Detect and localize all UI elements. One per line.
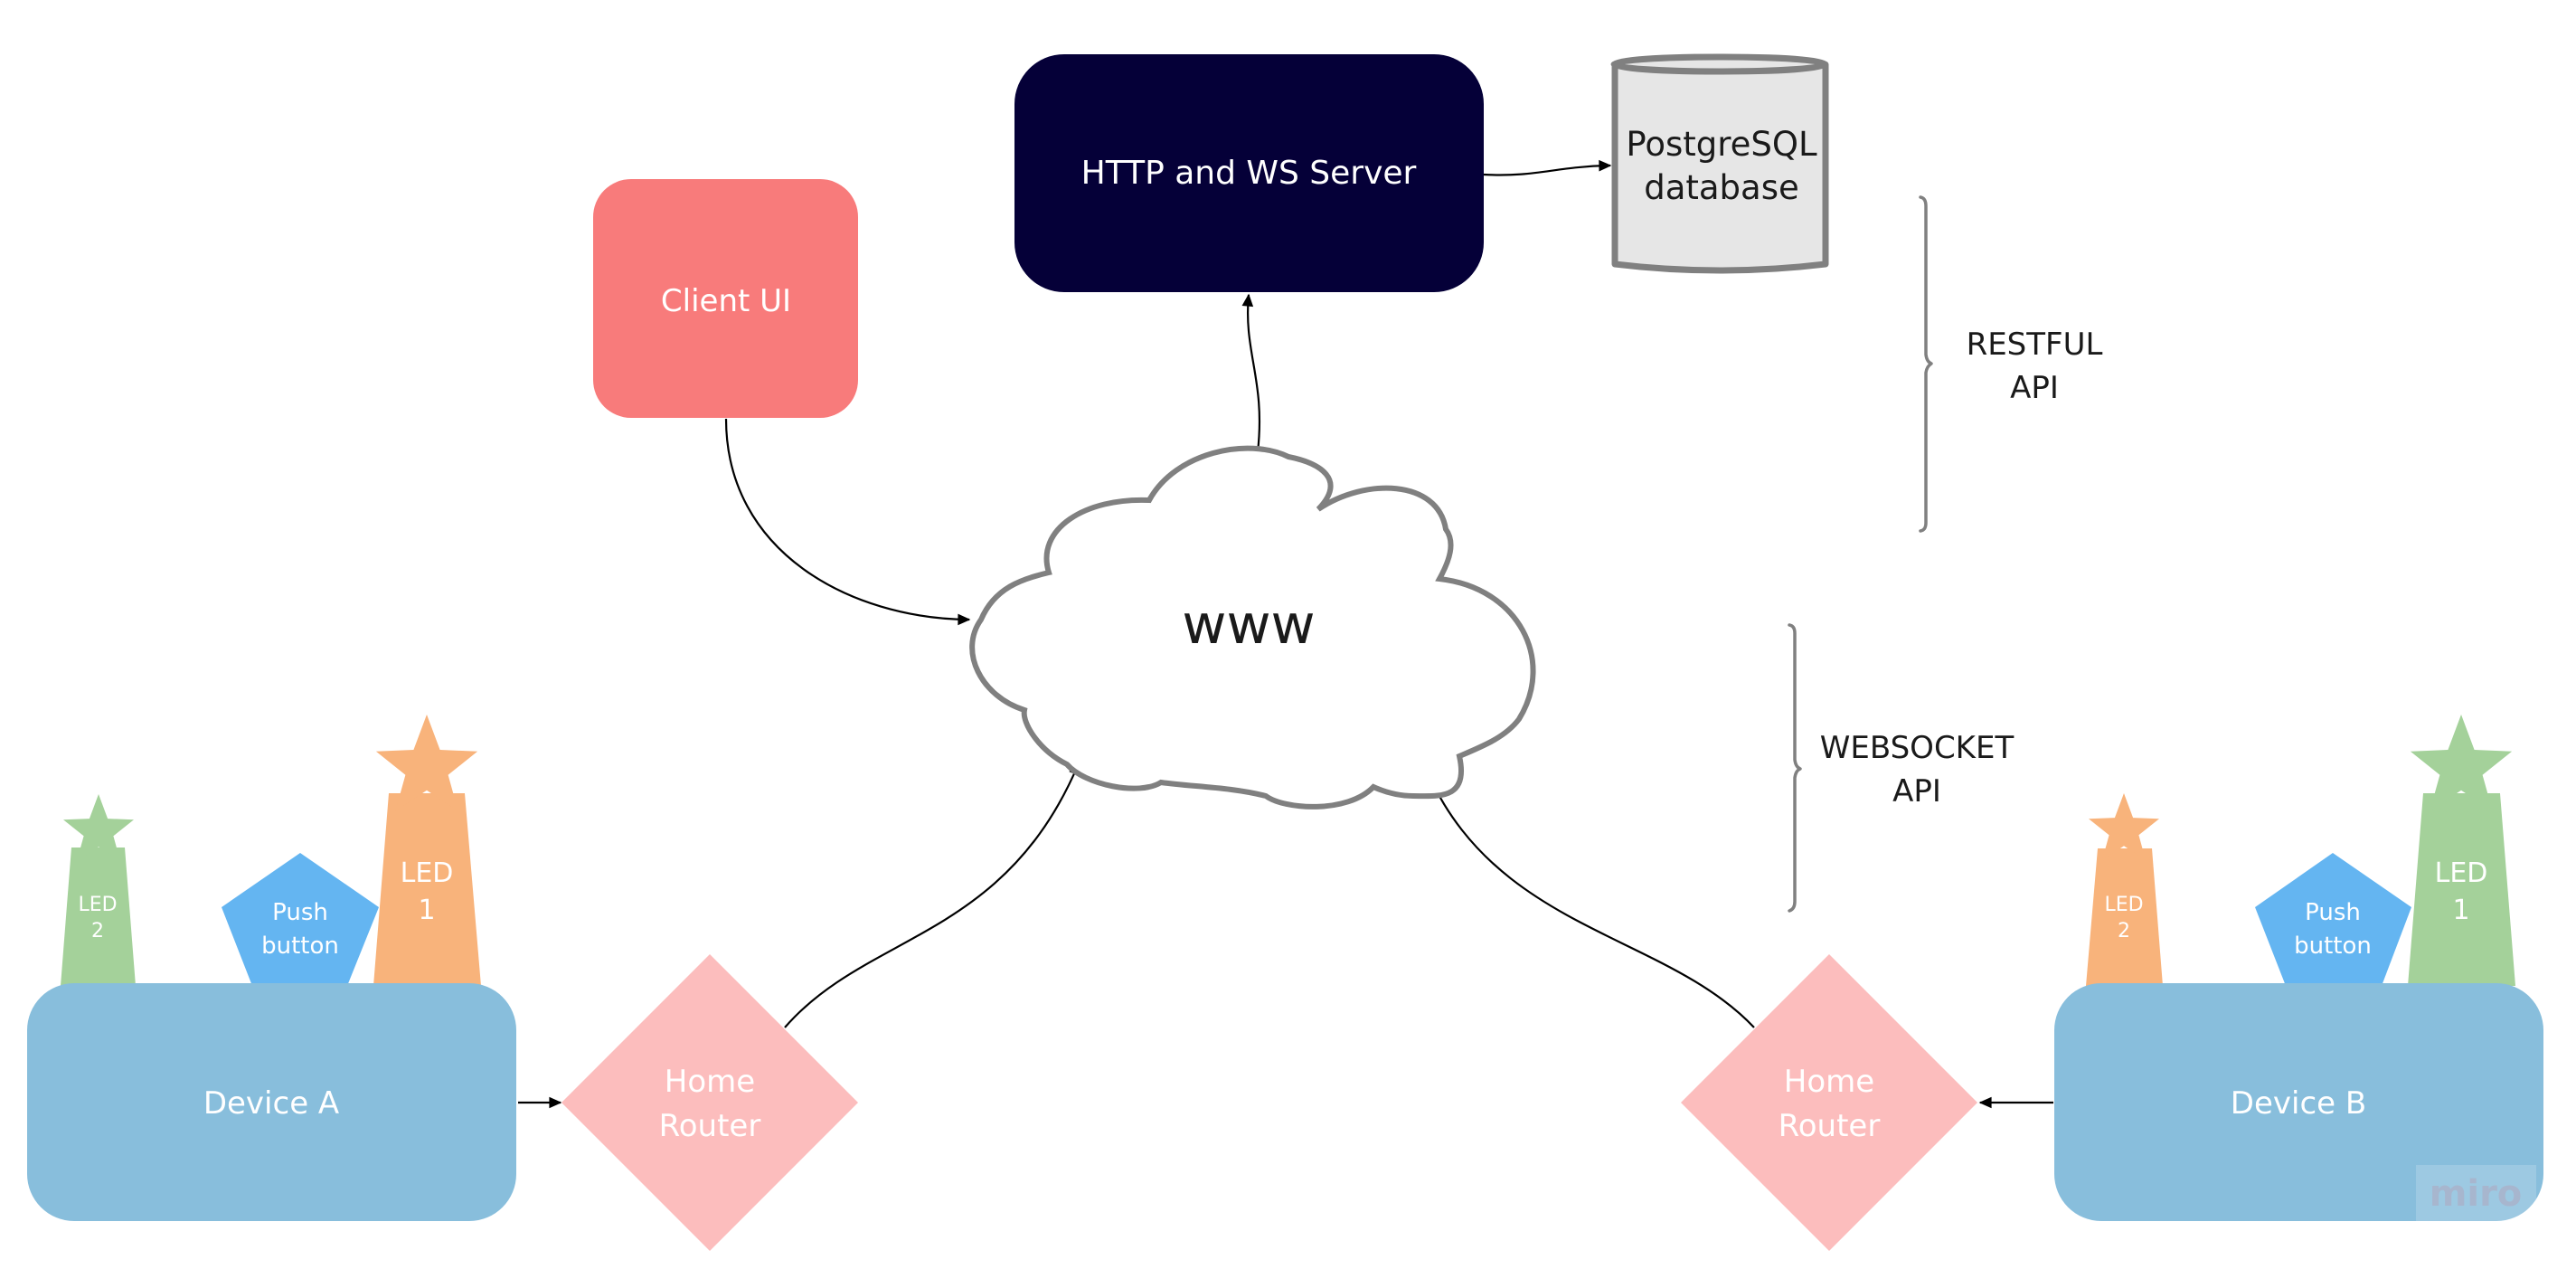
- device-a-push-label-line2: button: [261, 933, 339, 960]
- device-a-led2[interactable]: LED 2: [61, 794, 136, 986]
- restful-annotation: RESTFUL API: [1919, 195, 2103, 533]
- router-b-node[interactable]: Home Router: [1681, 954, 1977, 1251]
- device-a-led2-label-line1: LED: [78, 894, 117, 916]
- device-b-led1-label-line1: LED: [2435, 857, 2488, 889]
- device-b-led1-label-line2: 1: [2452, 895, 2469, 926]
- device-b-push-button[interactable]: Push button: [2255, 853, 2411, 986]
- cloud-node[interactable]: www: [969, 445, 1536, 810]
- router-b-label-line2: Router: [1779, 1108, 1881, 1144]
- device-b-node[interactable]: LED 2 Push button LED 1 Device B: [2054, 715, 2543, 1221]
- device-a-led1-label-line1: LED: [401, 857, 454, 889]
- websocket-brace: [1788, 623, 1802, 913]
- led2-tower: [2086, 848, 2163, 986]
- router-b-label-line1: Home: [1784, 1064, 1874, 1100]
- server-node[interactable]: HTTP and WS Server: [1014, 54, 1484, 292]
- device-b-led2-label-line2: 2: [2118, 920, 2130, 942]
- database-label-line2: database: [1644, 168, 1799, 207]
- database-node[interactable]: PostgreSQL database: [1610, 53, 1829, 274]
- router-b-diamond[interactable]: [1681, 954, 1977, 1251]
- device-a-node[interactable]: LED 2 Push button LED 1 Device A: [27, 715, 516, 1221]
- client-ui-node[interactable]: Client UI: [593, 179, 858, 418]
- device-a-label: Device A: [203, 1085, 339, 1122]
- websocket-label-line1: WEBSOCKET: [1820, 730, 2015, 766]
- watermark-logo: miro: [2430, 1173, 2523, 1215]
- device-b-led2[interactable]: LED 2: [2086, 793, 2163, 986]
- edge-cloud-to-server[interactable]: [1241, 293, 1261, 453]
- device-a-push-label-line1: Push: [272, 899, 328, 926]
- device-a-led1[interactable]: LED 1: [373, 715, 481, 986]
- router-a-label-line1: Home: [665, 1064, 755, 1100]
- websocket-label-line2: API: [1892, 773, 1941, 810]
- edge-server-to-database[interactable]: [1483, 159, 1612, 176]
- diagram-canvas: HTTP and WS Server PostgreSQL database C…: [27, 53, 2543, 1251]
- edge-router-a-to-cloud[interactable]: [784, 762, 1080, 1028]
- database-label-line1: PostgreSQL: [1626, 125, 1817, 164]
- led2-tower: [61, 848, 136, 986]
- edge-client-ui-to-cloud[interactable]: [724, 418, 971, 626]
- miro-watermark: miro: [2416, 1165, 2536, 1221]
- database-cylinder-top: [1610, 53, 1829, 75]
- led1-tower: [373, 793, 481, 986]
- device-b-label: Device B: [2231, 1085, 2366, 1122]
- device-b-push-label-line2: button: [2294, 933, 2372, 960]
- client-ui-label: Client UI: [661, 283, 791, 319]
- edge-router-b-to-cloud[interactable]: [1421, 761, 1755, 1028]
- device-a-led2-label-line2: 2: [91, 920, 104, 942]
- database-cylinder-body[interactable]: [1611, 64, 1829, 274]
- device-a-led1-label-line2: 1: [418, 895, 435, 926]
- device-b-led1[interactable]: LED 1: [2408, 715, 2515, 986]
- device-a-push-button[interactable]: Push button: [222, 853, 379, 986]
- restful-brace: [1919, 195, 1933, 533]
- device-b-push-label-line1: Push: [2305, 899, 2361, 926]
- restful-label-line1: RESTFUL: [1967, 327, 2103, 363]
- websocket-annotation: WEBSOCKET API: [1788, 623, 2015, 913]
- led1-tower: [2408, 793, 2515, 986]
- restful-label-line2: API: [2010, 370, 2059, 406]
- server-label: HTTP and WS Server: [1081, 155, 1417, 192]
- cloud-label: www: [1182, 593, 1315, 657]
- device-b-led2-label-line1: LED: [2104, 894, 2143, 916]
- router-a-label-line2: Router: [659, 1108, 761, 1144]
